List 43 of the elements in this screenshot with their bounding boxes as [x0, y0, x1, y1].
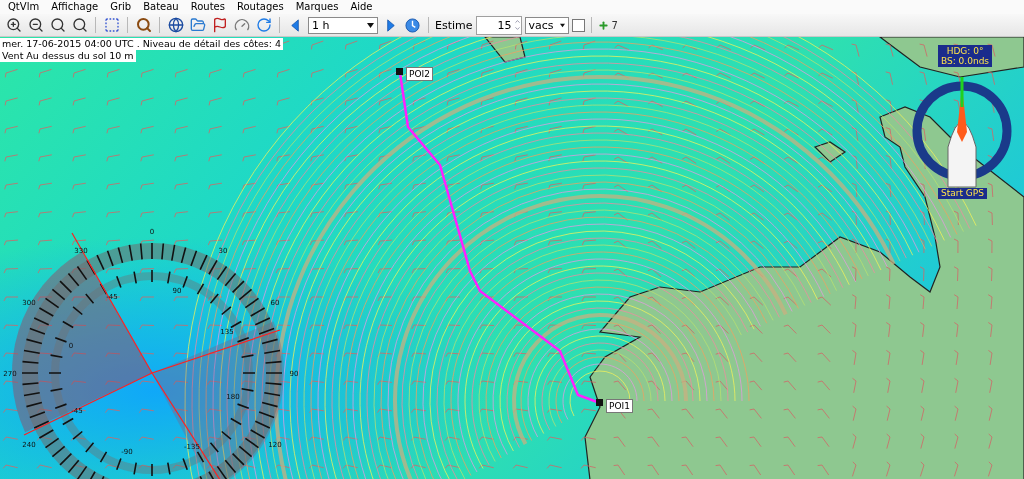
magnifier-icon: [49, 17, 66, 33]
menu-item[interactable]: Routages: [230, 0, 290, 14]
menu-item[interactable]: Aide: [344, 0, 379, 14]
estime-checkbox[interactable]: [571, 18, 585, 32]
circular-arrow-icon: [255, 17, 272, 33]
estime-label: Estime: [435, 18, 473, 32]
globe-icon: [167, 17, 184, 33]
magnifier-icon: [71, 17, 88, 33]
poi-label[interactable]: POI2: [406, 67, 433, 81]
search-icon: [135, 17, 152, 33]
caret-icon: [367, 22, 374, 28]
refresh-button[interactable]: [254, 15, 273, 35]
map-info-text: Vent Au dessus du sol 10 m: [0, 50, 136, 62]
menu-item[interactable]: Routes: [184, 0, 231, 14]
poi-marker: [596, 399, 603, 406]
menu-item[interactable]: Bateau: [137, 0, 185, 14]
folder-icon: [189, 17, 206, 33]
boat-speed-text: BS: 0.0nds: [941, 56, 990, 66]
now-button[interactable]: [403, 15, 422, 35]
globe-button[interactable]: [166, 15, 185, 35]
menu-item[interactable]: Affichage: [45, 0, 105, 14]
menu-item[interactable]: QtVlm: [2, 0, 46, 14]
poi-label[interactable]: POI1: [606, 399, 633, 413]
dashed-square-icon: [103, 17, 120, 33]
zoom-in-icon: [5, 17, 22, 33]
gauge-icon: [233, 17, 250, 33]
caret-icon: [559, 22, 565, 28]
start-gps-button[interactable]: Start GPS: [938, 188, 987, 199]
flag-icon: [211, 17, 228, 33]
poi-marker: [396, 68, 403, 75]
menu-item[interactable]: Marques: [289, 0, 345, 14]
heading-text: HDG: 0°: [946, 46, 984, 56]
search-button[interactable]: [134, 15, 153, 35]
estime-unit-dropdown[interactable]: vacs: [524, 16, 569, 34]
estime-spinbox[interactable]: 15: [475, 15, 522, 35]
time-step-dropdown[interactable]: 1 h: [308, 16, 378, 34]
menu-item[interactable]: Grib: [104, 0, 138, 14]
clock-icon: [405, 17, 420, 33]
zoom-out-icon: [27, 17, 44, 33]
counter-text: 7: [611, 19, 618, 31]
select-area-button[interactable]: [102, 15, 121, 35]
plus-icon: [597, 19, 609, 31]
map-info-text: mer. 17-06-2015 04:00 UTC . Niveau de détail des côtes: 4: [0, 38, 284, 50]
